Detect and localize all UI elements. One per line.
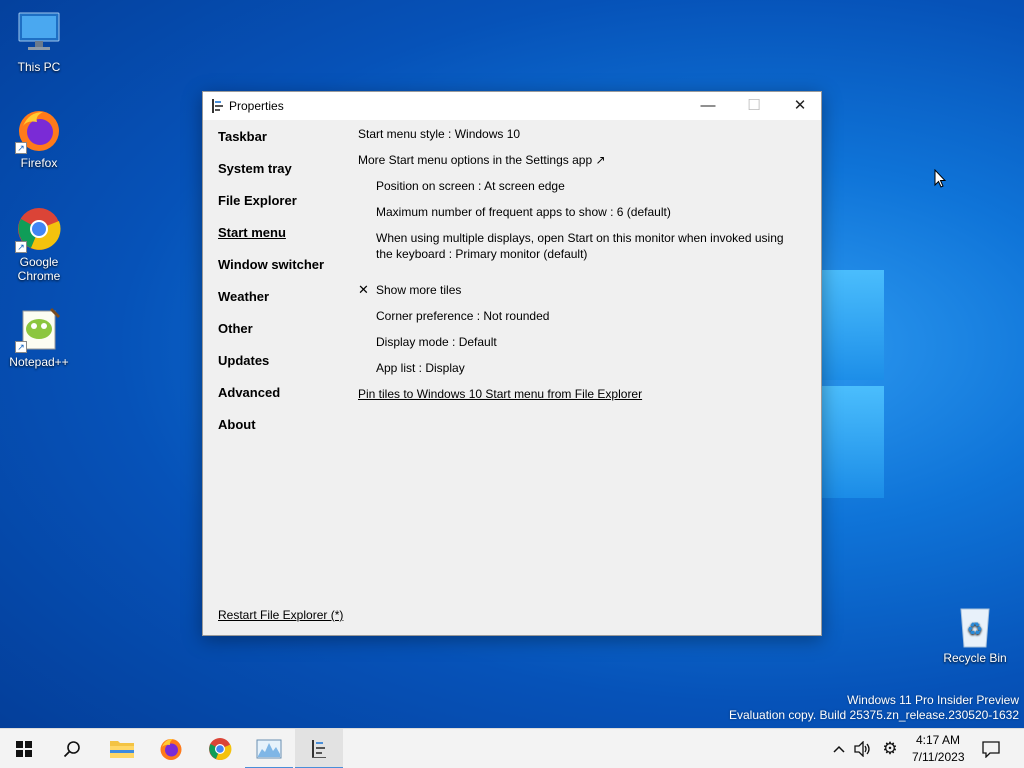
desktop-icon-label: Google Chrome — [17, 255, 61, 283]
app-icon — [212, 99, 224, 113]
wallpaper-logo-pane-bottom — [822, 386, 884, 498]
desktop-icon-this-pc[interactable]: This PC — [1, 10, 77, 74]
desktop-icon-notepad-plus-plus[interactable]: ↗ Notepad++ — [1, 305, 77, 369]
taskbar-chrome[interactable] — [196, 729, 244, 768]
svg-text:♻: ♻ — [967, 619, 983, 640]
desktop-icon-label: Firefox — [20, 156, 58, 170]
start-menu-style-option[interactable]: Start menu style : Windows 10 — [358, 126, 798, 152]
firefox-icon — [160, 739, 182, 760]
shortcut-arrow-icon: ↗ — [15, 241, 27, 253]
chrome-icon: ↗ — [15, 205, 63, 253]
more-start-options-link[interactable]: More Start menu options in the Settings … — [358, 152, 798, 178]
window-content: Taskbar System tray File Explorer Start … — [203, 120, 821, 635]
show-more-tiles-label: Show more tiles — [376, 283, 462, 297]
nav-item-other[interactable]: Other — [218, 322, 348, 354]
nav-item-file-explorer[interactable]: File Explorer — [218, 194, 348, 226]
desktop-icon-label: Notepad++ — [9, 355, 69, 369]
desktop-icon-recycle-bin[interactable]: ♻ Recycle Bin — [937, 601, 1013, 665]
wallpaper-windows-logo — [822, 270, 886, 500]
display-mode-option[interactable]: Display mode : Default — [358, 334, 798, 360]
minimize-button[interactable]: — — [685, 92, 731, 120]
notepad-plus-plus-icon: ↗ — [15, 305, 63, 353]
windows-start-icon — [16, 741, 32, 757]
properties-window: Properties — ☐ ✕ Taskbar System tray Fil… — [202, 91, 822, 636]
nav-item-start-menu[interactable]: Start menu — [218, 226, 348, 258]
max-frequent-apps-option[interactable]: Maximum number of frequent apps to show … — [358, 204, 798, 230]
taskbar-file-explorer[interactable] — [98, 729, 146, 768]
speaker-icon — [854, 741, 870, 757]
folder-icon — [110, 741, 134, 758]
shortcut-arrow-icon: ↗ — [15, 341, 27, 353]
pin-tiles-link[interactable]: Pin tiles to Windows 10 Start menu from … — [358, 386, 798, 412]
restart-file-explorer-link[interactable]: Restart File Explorer (*) — [218, 608, 343, 622]
multiple-displays-option[interactable]: When using multiple displays, open Start… — [358, 230, 798, 282]
chevron-up-icon — [833, 745, 845, 753]
app-list-option[interactable]: App list : Display — [358, 360, 798, 386]
close-button[interactable]: ✕ — [777, 92, 823, 120]
search-icon — [63, 741, 80, 758]
nav-item-advanced[interactable]: Advanced — [218, 386, 348, 418]
nav-item-about[interactable]: About — [218, 418, 348, 450]
window-title: Properties — [229, 99, 284, 113]
performance-monitor-icon — [256, 739, 282, 759]
volume-button[interactable] — [851, 729, 875, 768]
show-more-tiles-option[interactable]: ✕ Show more tiles — [358, 282, 798, 308]
show-hidden-icons-button[interactable] — [830, 729, 848, 768]
properties-app-icon — [312, 740, 326, 758]
recycle-bin-icon: ♻ — [951, 601, 999, 649]
start-button[interactable] — [0, 729, 48, 768]
taskbar: ⚙ 4:17 AM 7/11/2023 — [0, 728, 1024, 768]
position-on-screen-option[interactable]: Position on screen : At screen edge — [358, 178, 798, 204]
corner-preference-option[interactable]: Corner preference : Not rounded — [358, 308, 798, 334]
clock-date[interactable]: 7/11/2023 — [912, 750, 965, 764]
desktop-icon-chrome[interactable]: ↗ Google Chrome — [1, 205, 77, 283]
nav-item-taskbar[interactable]: Taskbar — [218, 130, 348, 162]
notification-icon — [982, 741, 1000, 758]
mouse-cursor-icon — [934, 168, 947, 194]
desktop-icon-label: Recycle Bin — [943, 651, 1007, 665]
firefox-icon: ↗ — [15, 106, 63, 154]
nav-item-updates[interactable]: Updates — [218, 354, 348, 386]
wallpaper-logo-pane-top — [822, 270, 884, 380]
taskbar-firefox[interactable] — [147, 729, 195, 768]
watermark-line-1: Windows 11 Pro Insider Preview — [847, 693, 1019, 707]
desktop-icon-firefox[interactable]: ↗ Firefox — [1, 106, 77, 170]
this-pc-icon — [15, 10, 63, 58]
taskbar-properties[interactable] — [295, 729, 343, 768]
nav-item-window-switcher[interactable]: Window switcher — [218, 258, 348, 290]
chrome-icon — [209, 738, 232, 760]
title-bar[interactable]: Properties — ☐ ✕ — [203, 92, 821, 120]
evaluation-watermark: Windows 11 Pro Insider Preview Evaluatio… — [729, 693, 1019, 723]
clock-time[interactable]: 4:17 AM — [916, 733, 960, 747]
taskbar-resource-monitor[interactable] — [245, 729, 293, 768]
start-menu-options: Start menu style : Windows 10 More Start… — [358, 126, 798, 412]
shortcut-arrow-icon: ↗ — [15, 142, 27, 154]
settings-nav: Taskbar System tray File Explorer Start … — [218, 130, 348, 450]
search-button[interactable] — [48, 729, 96, 768]
nav-item-weather[interactable]: Weather — [218, 290, 348, 322]
notifications-button[interactable] — [968, 729, 1014, 768]
desktop-icon-label: This PC — [17, 60, 61, 74]
maximize-button[interactable]: ☐ — [731, 92, 777, 120]
check-icon: ✕ — [358, 282, 369, 297]
settings-tray-button[interactable]: ⚙ — [878, 729, 902, 768]
gear-icon: ⚙ — [882, 739, 898, 759]
watermark-line-2: Evaluation copy. Build 25375.zn_release.… — [729, 708, 1019, 722]
nav-item-system-tray[interactable]: System tray — [218, 162, 348, 194]
